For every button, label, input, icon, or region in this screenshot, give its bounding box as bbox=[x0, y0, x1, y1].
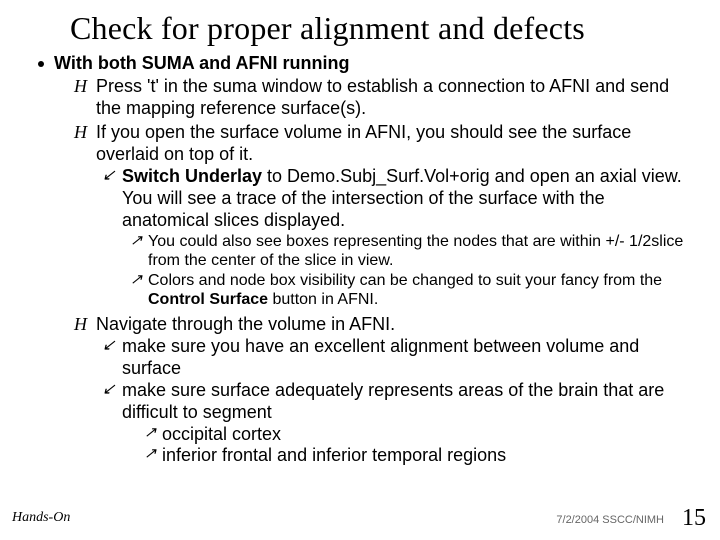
b3b-text: Colors and node box visibility can be ch… bbox=[148, 271, 690, 310]
b2a-bold: Switch Underlay bbox=[122, 166, 262, 186]
b3a-text: You could also see boxes representing th… bbox=[148, 232, 690, 271]
slide: Check for proper alignment and defects W… bbox=[0, 0, 720, 540]
b3b-pre: Colors and node box visibility can be ch… bbox=[148, 272, 662, 289]
bullet-level2: ↙ Switch Underlay to Demo.Subj_Surf.Vol+… bbox=[102, 166, 690, 232]
bullet-level1: H If you open the surface volume in AFNI… bbox=[74, 122, 690, 166]
bullet-level2: ↙ make sure you have an excellent alignm… bbox=[102, 336, 690, 380]
arrow-icon: ↙ bbox=[102, 336, 116, 356]
bullet-level1: H Navigate through the volume in AFNI. bbox=[74, 314, 690, 336]
arrow-icon: ↗ bbox=[144, 445, 158, 463]
arrow-icon: ↗ bbox=[130, 271, 144, 289]
b2a-text: Switch Underlay to Demo.Subj_Surf.Vol+or… bbox=[122, 166, 690, 232]
footer-right: 7/2/2004 SSCC/NIMH bbox=[556, 514, 664, 526]
slide-title: Check for proper alignment and defects bbox=[70, 10, 690, 47]
footer-left: Hands-On bbox=[12, 510, 70, 526]
arrow-icon: ↙ bbox=[102, 380, 116, 400]
b3b-bold: Control Surface bbox=[148, 291, 268, 308]
b3b-post: button in AFNI. bbox=[268, 291, 378, 308]
b4a-text: occipital cortex bbox=[162, 424, 281, 446]
bullet-level0: With both SUMA and AFNI running bbox=[38, 53, 690, 74]
bullet-level4: ↗ inferior frontal and inferior temporal… bbox=[144, 445, 690, 467]
bullet-level4: ↗ occipital cortex bbox=[144, 424, 690, 446]
b2c-text: make sure surface adequately represents … bbox=[122, 380, 690, 424]
script-h-icon: H bbox=[74, 76, 88, 98]
arrow-icon: ↗ bbox=[130, 232, 144, 250]
arrow-icon: ↗ bbox=[144, 424, 158, 442]
b4b-text: inferior frontal and inferior temporal r… bbox=[162, 445, 506, 467]
b0-text: With both SUMA and AFNI running bbox=[54, 53, 349, 74]
arrow-icon: ↙ bbox=[102, 166, 116, 186]
bullet-level1: H Press 't' in the suma window to establ… bbox=[74, 76, 690, 120]
bullet-level2: ↙ make sure surface adequately represent… bbox=[102, 380, 690, 424]
bullet-level3: ↗ You could also see boxes representing … bbox=[130, 232, 690, 271]
bullet-level3: ↗ Colors and node box visibility can be … bbox=[130, 271, 690, 310]
script-h-icon: H bbox=[74, 314, 88, 336]
b1b-text: If you open the surface volume in AFNI, … bbox=[96, 122, 690, 166]
b1a-text: Press 't' in the suma window to establis… bbox=[96, 76, 690, 120]
dot-icon bbox=[38, 61, 44, 67]
b2b-text: make sure you have an excellent alignmen… bbox=[122, 336, 690, 380]
script-h-icon: H bbox=[74, 122, 88, 144]
b1c-text: Navigate through the volume in AFNI. bbox=[96, 314, 395, 336]
page-number: 15 bbox=[682, 505, 706, 532]
